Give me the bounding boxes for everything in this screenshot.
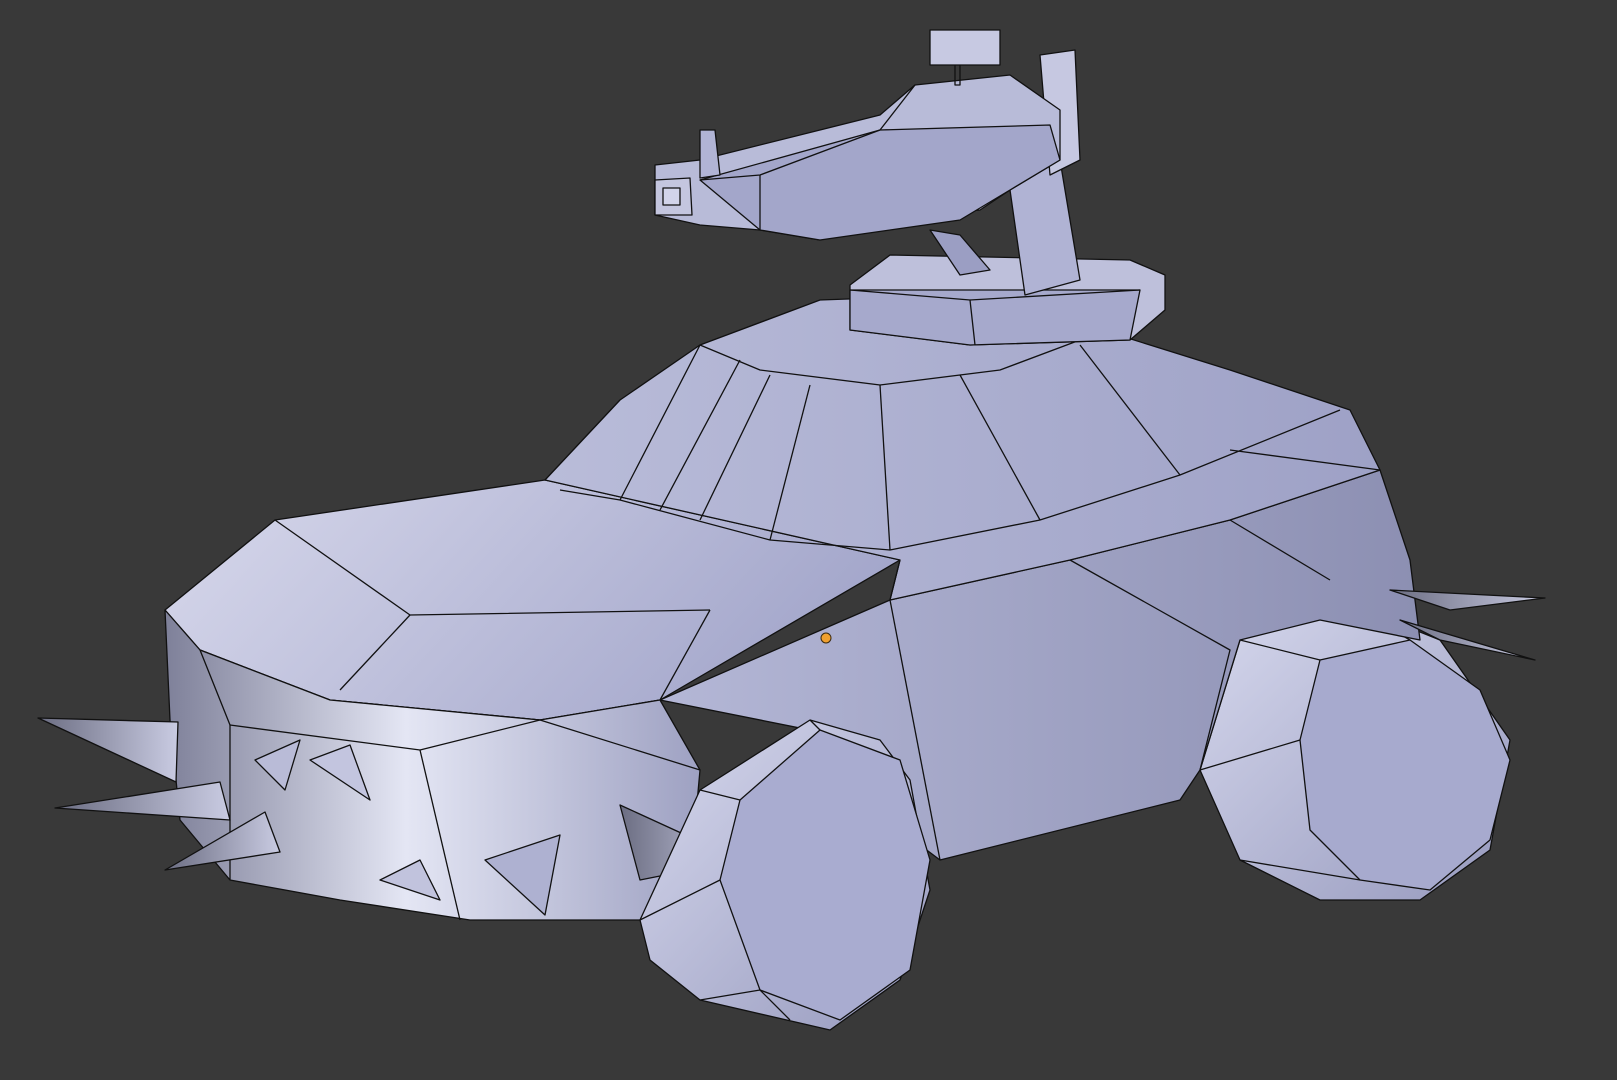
3d-viewport[interactable] [0, 0, 1617, 1080]
viewport-canvas[interactable] [0, 0, 1617, 1080]
turret[interactable] [654, 29, 1166, 346]
car-mesh[interactable] [37, 29, 1546, 1031]
object-origin-marker [820, 632, 832, 644]
